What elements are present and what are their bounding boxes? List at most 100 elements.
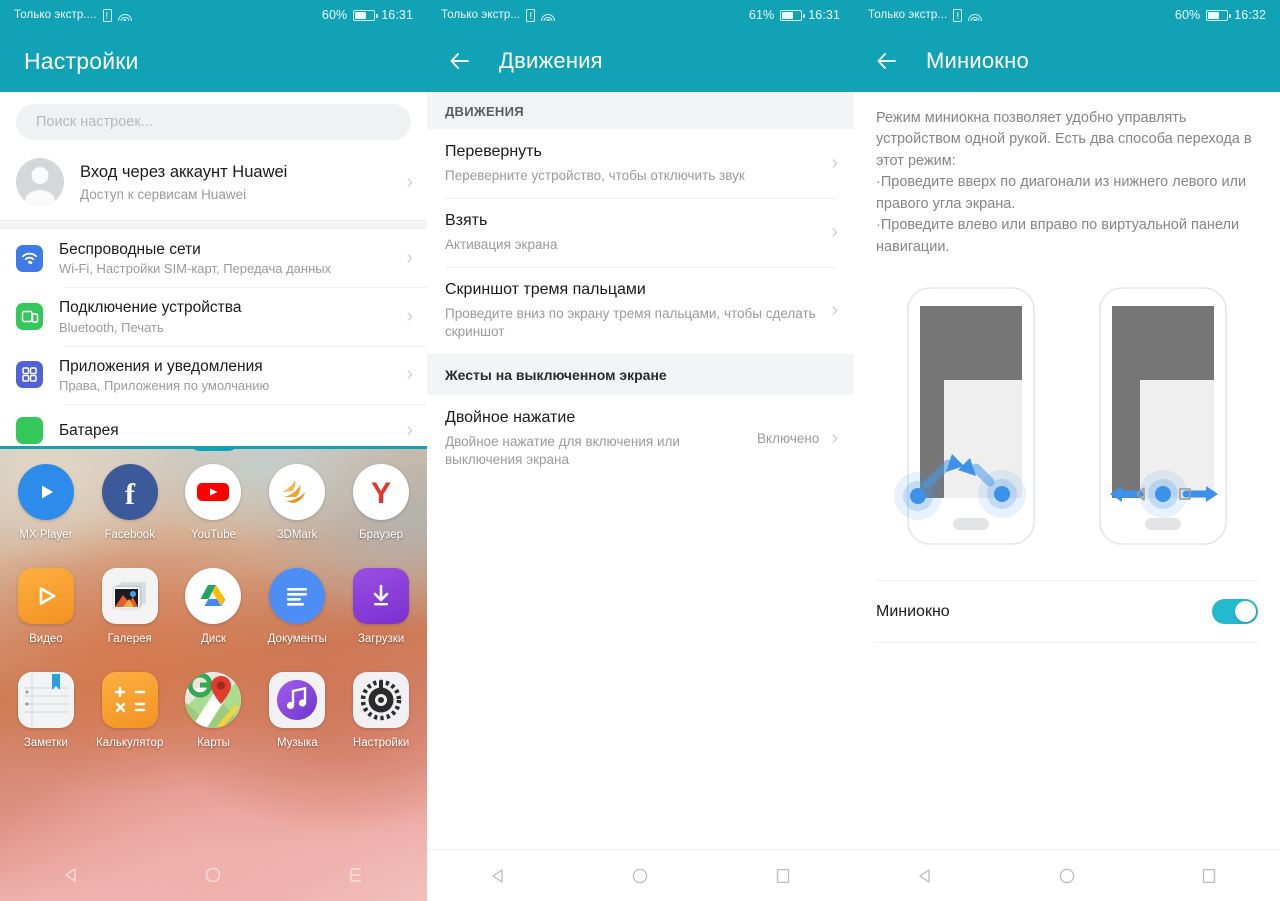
description-text: Режим миниокна позволяет удобно управлят…: [876, 110, 1252, 255]
section-header-screen-off-gestures: Жесты на выключенном экране: [427, 354, 854, 396]
status-bar-right: 61% 16:31: [749, 8, 840, 22]
search-placeholder: Поиск настроек...: [36, 114, 153, 130]
account-text: Вход через аккаунт Huawei Доступ к серви…: [80, 162, 390, 201]
app-google-docs[interactable]: Документы: [255, 568, 339, 645]
app-bar-settings: Настройки: [0, 30, 427, 92]
app-label: Калькулятор: [96, 737, 164, 749]
back-arrow-icon[interactable]: [447, 48, 473, 74]
app-gallery[interactable]: Галерея: [88, 568, 172, 645]
search-container: Поиск настроек...: [0, 92, 427, 148]
nav-recents-icon[interactable]: [334, 860, 378, 890]
status-bar-right: 60% 16:31: [322, 8, 413, 22]
app-label: MX Player: [19, 529, 73, 541]
mini-window-switch[interactable]: [1212, 599, 1258, 625]
huawei-account-row[interactable]: Вход через аккаунт Huawei Доступ к серви…: [0, 148, 427, 220]
navigation-bar: [0, 849, 427, 901]
sidebar-item-apps-notifications[interactable]: Приложения и уведомления Права, Приложен…: [0, 345, 427, 405]
search-input[interactable]: Поиск настроек...: [16, 104, 411, 140]
mini-window-content: Режим миниокна позволяет удобно управлят…: [854, 92, 1280, 849]
chevron-right-icon: ›: [406, 170, 413, 193]
app-label: Заметки: [23, 737, 68, 749]
mx-player-icon: [17, 464, 74, 520]
device-connection-subtitle: Bluetooth, Печать: [59, 319, 164, 335]
apps-notifications-text: Приложения и уведомления Права, Приложен…: [59, 357, 390, 393]
status-bar-left: Только экстр....: [14, 8, 132, 22]
row-pickup[interactable]: Взять Активация экрана ›: [427, 198, 854, 268]
app-row: Видео Галерея Диск Документы Загрузки: [4, 568, 423, 645]
nav-home-icon[interactable]: [1045, 861, 1089, 891]
status-bar-right: 60% 16:32: [1175, 8, 1266, 22]
chevron-right-icon: ›: [406, 363, 413, 386]
row-three-finger-screenshot[interactable]: Скриншот тремя пальцами Проведите вниз п…: [427, 267, 854, 355]
nav-home-icon[interactable]: [191, 860, 235, 890]
row-double-tap-text: Двойное нажатие Двойное нажатие для вклю…: [445, 408, 747, 469]
device-connection-title: Подключение устройства: [59, 299, 242, 317]
row-pickup-text: Взять Активация экрана: [445, 211, 821, 254]
nav-recents-icon[interactable]: [1187, 861, 1231, 891]
wifi-icon: [117, 9, 132, 21]
back-arrow-icon[interactable]: [874, 48, 900, 74]
wifi-icon: [541, 9, 556, 21]
page-title: Настройки: [24, 47, 139, 74]
app-video[interactable]: Видео: [4, 568, 88, 645]
page-title: Движения: [499, 48, 603, 73]
battery-percent-label: 60%: [1174, 8, 1201, 22]
downloads-icon: [353, 568, 410, 624]
clock-label: 16:32: [1234, 8, 1266, 22]
mini-window-toggle-row[interactable]: Миниокно: [876, 580, 1258, 644]
app-google-maps[interactable]: Карты: [172, 672, 256, 749]
chevron-right-icon: ›: [406, 419, 413, 442]
status-bar: Только экстр.... 60% 16:31: [0, 0, 427, 30]
app-downloads[interactable]: Загрузки: [339, 568, 423, 645]
row-subtitle: Активация экрана: [445, 236, 558, 252]
music-icon: [269, 672, 326, 728]
device-connection-text: Подключение устройства Bluetooth, Печать: [59, 298, 390, 334]
app-label: YouTube: [190, 529, 237, 541]
app-row: MX Player f Facebook YouTube 3DMark Y Бр…: [4, 464, 423, 541]
app-bar-mini-window: Миниокно: [854, 30, 1280, 92]
nav-back-icon[interactable]: [49, 860, 93, 890]
row-title: Перевернуть: [445, 143, 542, 160]
app-facebook[interactable]: f Facebook: [88, 464, 172, 541]
chevron-right-icon: ›: [406, 305, 413, 328]
app-label: 3DMark: [277, 529, 318, 541]
nav-back-icon[interactable]: [903, 861, 947, 891]
app-notes[interactable]: Заметки: [4, 672, 88, 749]
row-double-tap[interactable]: Двойное нажатие Двойное нажатие для вклю…: [427, 395, 854, 483]
app-label: Документы: [267, 633, 327, 645]
app-youtube[interactable]: YouTube: [172, 464, 256, 541]
account-title: Вход через аккаунт Huawei: [80, 163, 288, 182]
carrier-label: Только экстр....: [14, 9, 97, 21]
row-subtitle: Двойное нажатие для включения или выключ…: [445, 434, 680, 468]
settings-gear-icon: [353, 672, 410, 728]
battery-icon: [1206, 9, 1231, 21]
app-label: Facebook: [104, 529, 155, 541]
app-calculator[interactable]: Калькулятор: [88, 672, 172, 749]
illustration-group: [876, 266, 1258, 560]
app-music[interactable]: Музыка: [255, 672, 339, 749]
gallery-icon: [101, 568, 158, 624]
chevron-right-icon: ›: [831, 299, 838, 322]
wireless-subtitle: Wi-Fi, Настройки SIM-карт, Передача данн…: [59, 261, 332, 277]
app-label: Загрузки: [357, 633, 405, 645]
calculator-icon: [101, 672, 158, 728]
nav-home-icon[interactable]: [618, 861, 662, 891]
row-flip[interactable]: Перевернуть Переверните устройство, чтоб…: [427, 129, 854, 199]
sim-alert-icon: [102, 8, 112, 22]
sidebar-item-device-connection[interactable]: Подключение устройства Bluetooth, Печать…: [0, 287, 427, 346]
navigation-bar: [854, 849, 1280, 901]
app-settings[interactable]: Настройки: [339, 672, 423, 749]
nav-back-icon[interactable]: [476, 861, 520, 891]
google-maps-icon: [185, 672, 242, 728]
sidebar-item-wireless[interactable]: Беспроводные сети Wi-Fi, Настройки SIM-к…: [0, 229, 427, 288]
device-connect-icon: [16, 303, 43, 331]
row-screenshot-text: Скриншот тремя пальцами Проведите вниз п…: [445, 280, 821, 341]
app-3dmark[interactable]: 3DMark: [255, 464, 339, 541]
status-bar-left: Только экстр...: [441, 8, 556, 22]
nav-recents-icon[interactable]: [761, 861, 805, 891]
app-mx-player[interactable]: MX Player: [4, 464, 88, 541]
drag-handle-dots-icon[interactable]: [189, 446, 238, 451]
app-yandex-browser[interactable]: Y Браузер: [339, 464, 423, 541]
app-label: Диск: [200, 633, 226, 645]
app-google-drive[interactable]: Диск: [172, 568, 256, 645]
